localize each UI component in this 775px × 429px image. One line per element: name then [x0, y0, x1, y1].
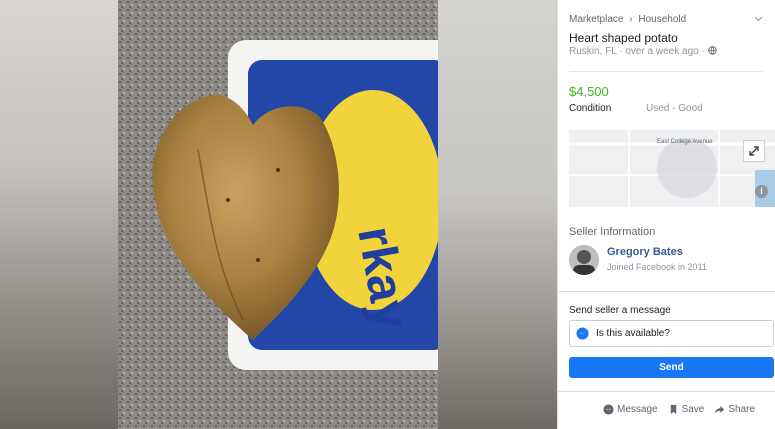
breadcrumb-household[interactable]: Household	[638, 14, 686, 25]
save-label: Save	[681, 404, 705, 415]
condition-label: Condition	[569, 103, 612, 114]
messenger-icon	[576, 327, 589, 340]
seller-section-title: Seller Information	[569, 226, 656, 238]
action-bar: Message Save Share	[603, 404, 755, 415]
breadcrumb-marketplace[interactable]: Marketplace	[569, 14, 623, 25]
info-icon[interactable]: i	[755, 185, 768, 198]
share-icon	[715, 405, 725, 414]
message-input[interactable]: Is this available?	[569, 320, 774, 347]
listing-time: over a week ago	[625, 46, 699, 57]
listing-meta: Ruskin, FL · over a week ago ·	[569, 46, 717, 57]
messenger-icon	[603, 404, 614, 415]
meta-separator: ·	[701, 46, 705, 57]
location-map[interactable]: East College Avenue i	[569, 130, 775, 207]
chevron-down-icon[interactable]	[754, 14, 763, 25]
map-street-label: East College Avenue	[657, 139, 713, 145]
bookmark-icon	[670, 404, 676, 415]
seller-joined: Joined Facebook in 2011	[607, 262, 707, 272]
listing-photo[interactable]: rkay	[118, 0, 438, 429]
divider	[558, 391, 775, 392]
divider	[558, 291, 775, 292]
photo-viewer: rkay	[0, 0, 557, 429]
potato-photo-image: rkay	[118, 0, 438, 429]
message-action-button[interactable]: Message	[603, 404, 658, 415]
divider	[569, 71, 763, 72]
share-button[interactable]: Share	[714, 404, 755, 415]
expand-icon[interactable]	[743, 140, 765, 162]
condition-value: Used - Good	[646, 103, 703, 114]
listing-location[interactable]: Ruskin, FL	[569, 46, 616, 57]
seller-name[interactable]: Gregory Bates	[607, 246, 683, 258]
message-label: Send seller a message	[569, 305, 671, 316]
meta-separator: ·	[619, 46, 623, 57]
listing-price: $4,500	[569, 84, 609, 99]
blurred-backdrop-right	[438, 0, 557, 429]
send-button[interactable]: Send	[569, 357, 774, 378]
blurred-backdrop-left	[0, 0, 118, 429]
breadcrumb: Marketplace › Household	[569, 14, 689, 25]
avatar[interactable]	[569, 245, 599, 275]
listing-title: Heart shaped potato	[569, 31, 678, 45]
breadcrumb-separator: ›	[629, 14, 633, 25]
message-action-label: Message	[617, 404, 658, 415]
message-input-text: Is this available?	[596, 328, 670, 339]
listing-details-panel: Marketplace › Household Heart shaped pot…	[557, 0, 775, 429]
globe-icon	[707, 46, 717, 55]
save-button[interactable]: Save	[668, 404, 705, 415]
share-label: Share	[728, 404, 756, 415]
